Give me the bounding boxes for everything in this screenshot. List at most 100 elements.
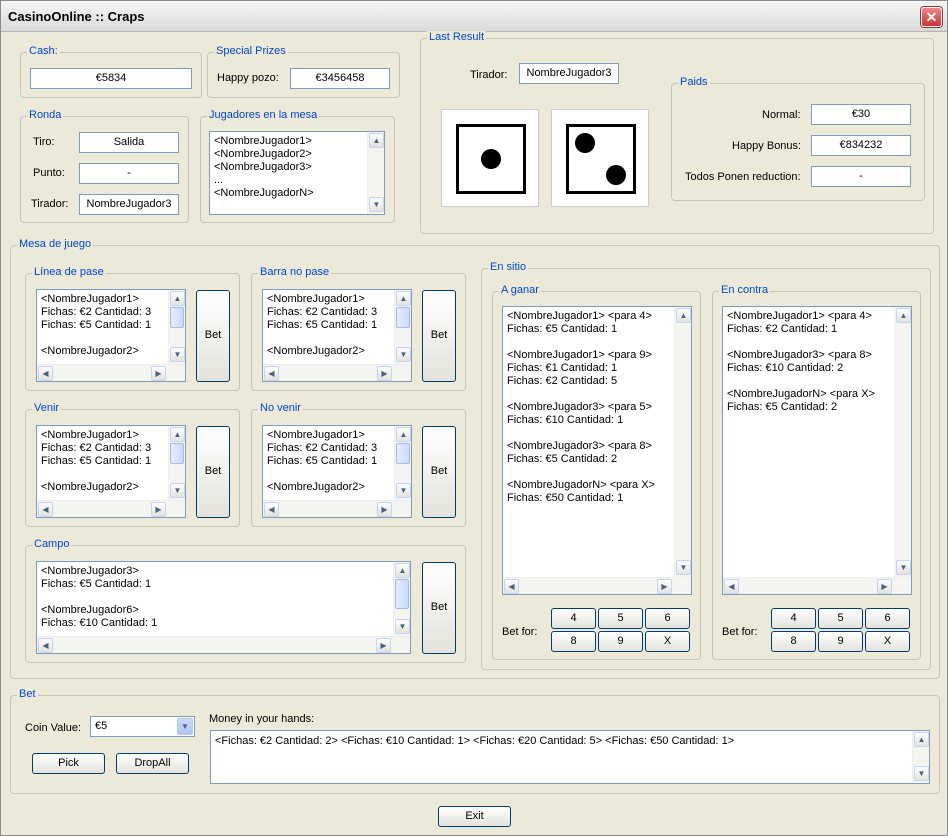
jugadores-items: <NombreJugador1> <NombreJugador2> <Nombr… (214, 135, 314, 199)
jugadores-list[interactable]: <NombreJugador1> <NombreJugador2> <Nombr… (209, 131, 385, 215)
money-vscroll[interactable]: ▲ ▼ (912, 731, 929, 783)
en-contra-bet-9-button[interactable]: 9 (818, 631, 863, 652)
scroll-thumb[interactable] (395, 579, 409, 609)
chevron-up-icon[interactable]: ▲ (170, 291, 185, 306)
no-venir-hscroll[interactable]: ◀ ▶ (263, 500, 411, 517)
a-ganar-bet-for-label: Bet for: (502, 626, 538, 638)
campo-group: Campo <NombreJugador3> Fichas: €5 Cantid… (25, 538, 466, 663)
barra-no-pase-hscroll[interactable]: ◀ ▶ (263, 364, 411, 381)
chevron-down-icon[interactable]: ▼ (170, 347, 185, 362)
a-ganar-bet-9-button[interactable]: 9 (598, 631, 643, 652)
chevron-down-icon[interactable]: ▼ (395, 619, 410, 634)
en-contra-bet-4-button[interactable]: 4 (771, 608, 816, 629)
a-ganar-vscroll[interactable]: ▲ ▼ (674, 307, 691, 577)
last-result-group: Last Result Tirador: NombreJugador3 Paid… (420, 31, 934, 234)
chevron-right-icon[interactable]: ▶ (151, 366, 166, 381)
a-ganar-list[interactable]: <NombreJugador1> <para 4> Fichas: €5 Can… (502, 306, 692, 595)
normal-label: Normal: (762, 109, 801, 121)
a-ganar-bet-4-button[interactable]: 4 (551, 608, 596, 629)
en-contra-bet-8-button[interactable]: 8 (771, 631, 816, 652)
money-in-hands-value: <Fichas: €2 Cantidad: 2> <Fichas: €10 Ca… (215, 735, 735, 747)
a-ganar-bet-6-button[interactable]: 6 (645, 608, 690, 629)
jugadores-scrollbar[interactable]: ▲ ▼ (367, 132, 384, 214)
a-ganar-hscroll[interactable]: ◀ ▶ (503, 577, 691, 594)
a-ganar-bet-5-button[interactable]: 5 (598, 608, 643, 629)
en-contra-hscroll[interactable]: ◀ ▶ (723, 577, 911, 594)
exit-button[interactable]: Exit (438, 806, 511, 827)
chevron-right-icon[interactable]: ▶ (657, 579, 672, 594)
last-tirador-label: Tirador: (470, 69, 508, 81)
a-ganar-bet-8-button[interactable]: 8 (551, 631, 596, 652)
scroll-thumb[interactable] (170, 307, 184, 328)
chevron-up-icon[interactable]: ▲ (395, 563, 410, 578)
chevron-down-icon[interactable]: ▼ (896, 560, 911, 575)
venir-bet-button[interactable]: Bet (196, 426, 230, 518)
campo-vscroll[interactable]: ▲ ▼ (393, 562, 410, 636)
linea-pase-hscroll[interactable]: ◀ ▶ (37, 364, 185, 381)
punto-value: - (79, 163, 179, 184)
chevron-up-icon[interactable]: ▲ (676, 308, 691, 323)
linea-pase-bet-button[interactable]: Bet (196, 290, 230, 382)
en-contra-bet-6-button[interactable]: 6 (865, 608, 910, 629)
en-contra-vscroll[interactable]: ▲ ▼ (894, 307, 911, 577)
barra-no-pase-list[interactable]: <NombreJugador1> Fichas: €2 Cantidad: 3 … (262, 289, 412, 382)
campo-bet-button[interactable]: Bet (422, 562, 456, 654)
chevron-left-icon[interactable]: ◀ (264, 366, 279, 381)
no-venir-list[interactable]: <NombreJugador1> Fichas: €2 Cantidad: 3 … (262, 425, 412, 518)
linea-pase-list[interactable]: <NombreJugador1> Fichas: €2 Cantidad: 3 … (36, 289, 186, 382)
scroll-thumb[interactable] (396, 307, 410, 328)
chevron-left-icon[interactable]: ◀ (724, 579, 739, 594)
chevron-down-icon[interactable]: ▼ (396, 483, 411, 498)
chevron-up-icon[interactable]: ▲ (396, 427, 411, 442)
en-contra-list[interactable]: <NombreJugador1> <para 4> Fichas: €2 Can… (722, 306, 912, 595)
chevron-right-icon[interactable]: ▶ (377, 366, 392, 381)
chevron-up-icon[interactable]: ▲ (914, 732, 929, 747)
chevron-up-icon[interactable]: ▲ (369, 133, 384, 148)
chevron-down-icon[interactable]: ▼ (369, 197, 384, 212)
happy-pozo-value: €3456458 (290, 68, 390, 89)
paids-legend: Paids (678, 76, 710, 88)
no-venir-vscroll[interactable]: ▲ ▼ (394, 426, 411, 500)
dropall-button[interactable]: DropAll (116, 753, 189, 774)
chevron-right-icon[interactable]: ▶ (877, 579, 892, 594)
close-button[interactable]: ✕ (921, 7, 942, 27)
barra-no-pase-bet-button[interactable]: Bet (422, 290, 456, 382)
mesa-de-juego-group: Mesa de juego Línea de pase <NombreJugad… (10, 238, 940, 679)
chevron-left-icon[interactable]: ◀ (38, 366, 53, 381)
chevron-left-icon[interactable]: ◀ (504, 579, 519, 594)
linea-pase-vscroll[interactable]: ▲ ▼ (168, 290, 185, 364)
scroll-thumb[interactable] (170, 443, 184, 464)
chevron-up-icon[interactable]: ▲ (170, 427, 185, 442)
chevron-down-icon[interactable]: ▼ (177, 718, 193, 735)
chevron-left-icon[interactable]: ◀ (264, 502, 279, 517)
punto-label: Punto: (33, 167, 65, 179)
chevron-right-icon[interactable]: ▶ (377, 502, 392, 517)
pick-button[interactable]: Pick (32, 753, 105, 774)
chevron-up-icon[interactable]: ▲ (396, 291, 411, 306)
en-contra-group: En contra <NombreJugador1> <para 4> Fich… (712, 284, 921, 660)
a-ganar-bet-x-button[interactable]: X (645, 631, 690, 652)
campo-list[interactable]: <NombreJugador3> Fichas: €5 Cantidad: 1 … (36, 561, 411, 654)
chevron-left-icon[interactable]: ◀ (38, 638, 53, 653)
en-contra-bet-5-button[interactable]: 5 (818, 608, 863, 629)
chevron-down-icon[interactable]: ▼ (676, 560, 691, 575)
scroll-thumb[interactable] (396, 443, 410, 464)
chevron-down-icon[interactable]: ▼ (396, 347, 411, 362)
no-venir-group: No venir <NombreJugador1> Fichas: €2 Can… (251, 402, 466, 527)
no-venir-bet-button[interactable]: Bet (422, 426, 456, 518)
chevron-left-icon[interactable]: ◀ (38, 502, 53, 517)
chevron-down-icon[interactable]: ▼ (914, 766, 929, 781)
en-contra-bet-x-button[interactable]: X (865, 631, 910, 652)
barra-no-pase-vscroll[interactable]: ▲ ▼ (394, 290, 411, 364)
venir-hscroll[interactable]: ◀ ▶ (37, 500, 185, 517)
coin-value-select[interactable]: €5 ▼ (90, 716, 195, 737)
chevron-up-icon[interactable]: ▲ (896, 308, 911, 323)
venir-vscroll[interactable]: ▲ ▼ (168, 426, 185, 500)
money-in-hands-box[interactable]: <Fichas: €2 Cantidad: 2> <Fichas: €10 Ca… (210, 730, 930, 784)
jugadores-legend: Jugadores en la mesa (207, 109, 320, 121)
chevron-right-icon[interactable]: ▶ (376, 638, 391, 653)
venir-list[interactable]: <NombreJugador1> Fichas: €2 Cantidad: 3 … (36, 425, 186, 518)
campo-hscroll[interactable]: ◀ ▶ (37, 636, 410, 653)
chevron-right-icon[interactable]: ▶ (151, 502, 166, 517)
chevron-down-icon[interactable]: ▼ (170, 483, 185, 498)
